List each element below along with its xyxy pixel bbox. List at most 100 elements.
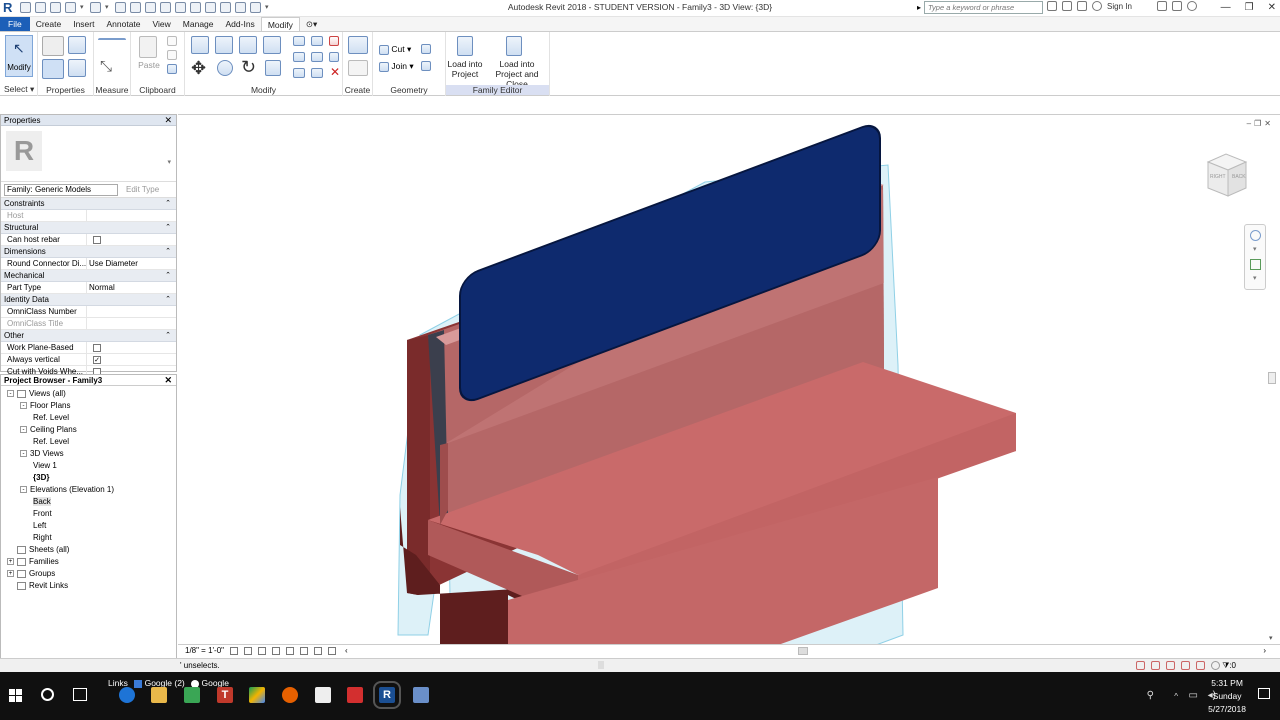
select-underlay-icon[interactable] (1151, 661, 1160, 670)
property-group-header[interactable]: Mechanical ⌃ (1, 270, 176, 282)
tray-expand-icon[interactable]: ^ (1174, 692, 1178, 701)
help-icon[interactable] (1186, 1, 1197, 11)
google-drive-icon[interactable] (249, 687, 265, 703)
trim-extend-icon[interactable] (265, 60, 281, 76)
modify-button[interactable]: ↖ Modify (5, 35, 33, 77)
family-types-icon[interactable] (42, 36, 64, 56)
app-window-icon[interactable] (413, 687, 429, 703)
properties-close-icon[interactable]: ✕ (164, 115, 172, 126)
measure-icon[interactable] (98, 38, 126, 48)
collapse-icon[interactable]: - (20, 426, 27, 434)
show-crop-icon[interactable] (300, 647, 308, 655)
task-view-icon[interactable] (73, 688, 87, 701)
property-value[interactable] (87, 306, 176, 317)
offset-icon[interactable] (215, 36, 233, 54)
clock[interactable]: 5:31 PM Sunday 5/27/2018 (1208, 677, 1246, 716)
mail-icon[interactable] (315, 687, 331, 703)
scroll-right-icon[interactable]: › (1263, 645, 1266, 657)
type-selector[interactable]: R ▾ (1, 126, 176, 182)
3d-model-view[interactable] (178, 115, 1280, 644)
collapse-icon[interactable]: ⌃ (165, 330, 171, 342)
firefox-icon[interactable] (282, 687, 298, 703)
network-icon[interactable]: ▭ (1189, 690, 1198, 701)
browser-item[interactable]: Ref. Level (1, 412, 176, 424)
file-explorer-icon[interactable] (151, 687, 167, 703)
horizontal-scrollbar-thumb[interactable] (798, 647, 808, 655)
search-input[interactable]: Type a keyword or phrase (924, 1, 1043, 14)
split-face-icon[interactable] (421, 44, 431, 54)
browser-item[interactable]: - Ceiling Plans (1, 424, 176, 436)
create-similar-icon[interactable] (348, 36, 368, 54)
property-row[interactable]: Can host rebar (1, 234, 176, 246)
browser-item[interactable]: -3D Views (1, 448, 176, 460)
project-browser-close-icon[interactable]: ✕ (164, 375, 172, 386)
tab-create[interactable]: Create (30, 17, 68, 31)
pin-icon[interactable] (293, 68, 305, 78)
array-icon[interactable] (293, 52, 305, 62)
viewcube-back-face[interactable]: BACK (1232, 174, 1246, 180)
action-center-icon[interactable] (1258, 688, 1270, 699)
drawing-area[interactable]: –❐✕ (178, 114, 1280, 644)
browser-item[interactable]: - Floor Plans (1, 400, 176, 412)
property-value[interactable] (87, 210, 176, 221)
split-gap-icon[interactable] (311, 36, 323, 46)
view-window-controls[interactable]: –❐✕ (1247, 119, 1274, 128)
collapse-icon[interactable]: - (20, 450, 27, 458)
property-checkbox-cell[interactable] (87, 234, 176, 245)
create-group-icon[interactable] (348, 60, 368, 76)
cut-icon[interactable] (167, 36, 177, 46)
paste-icon[interactable] (139, 36, 157, 58)
browser-item[interactable]: Back (1, 496, 176, 508)
tab-insert[interactable]: Insert (67, 17, 100, 31)
tab-annotate[interactable]: Annotate (100, 17, 146, 31)
unlocked-view-icon[interactable] (314, 647, 322, 655)
scale-icon[interactable] (311, 52, 323, 62)
restore-icon[interactable]: ❐ (1245, 0, 1254, 16)
browser-item[interactable]: Sheets (all) (1, 544, 176, 556)
property-value[interactable]: Normal (87, 282, 176, 293)
browser-item[interactable]: View 1 (1, 460, 176, 472)
move-icon[interactable]: ✥ (191, 58, 206, 79)
steering-dropdown-icon[interactable]: ▾ (1253, 245, 1257, 253)
checkbox-checked[interactable]: ✓ (93, 356, 101, 364)
property-group-header[interactable]: Constraints ⌃ (1, 198, 176, 210)
acrobat-icon[interactable] (347, 687, 363, 703)
drag-elements-icon[interactable] (1196, 661, 1205, 670)
extend-icon[interactable] (329, 52, 339, 62)
property-row[interactable]: Round Connector Di... Use Diameter (1, 258, 176, 270)
paint-icon[interactable] (421, 61, 431, 71)
checkbox[interactable] (93, 236, 101, 244)
family-dropdown[interactable]: Family: Generic Models (4, 183, 118, 196)
subscription-icon[interactable] (1062, 1, 1072, 11)
detail-level-icon[interactable] (230, 647, 238, 655)
collapse-icon[interactable]: - (7, 390, 14, 398)
expand-icon[interactable]: + (7, 570, 14, 578)
sun-path-icon[interactable] (258, 647, 266, 655)
properties-icon[interactable] (42, 59, 64, 79)
browser-item[interactable]: Right (1, 532, 176, 544)
cortana-icon[interactable] (41, 688, 54, 701)
collapse-icon[interactable]: ⌃ (165, 198, 171, 210)
view-scale[interactable]: 1/8" = 1'-0" (185, 645, 224, 657)
collapse-icon[interactable]: ⌃ (165, 270, 171, 282)
cut-geometry-button[interactable]: Cut ▾ (379, 44, 411, 55)
browser-item[interactable]: - Elevations (Elevation 1) (1, 484, 176, 496)
vertical-scrollbar-thumb[interactable] (1268, 372, 1276, 384)
zoom-icon[interactable] (1250, 259, 1261, 270)
tab-manage[interactable]: Manage (177, 17, 220, 31)
windows-start-icon[interactable] (9, 689, 22, 702)
edge-icon[interactable] (119, 687, 135, 703)
type-properties-icon[interactable] (68, 59, 86, 77)
family-category-icon[interactable] (68, 36, 86, 54)
split-icon[interactable] (293, 36, 305, 46)
property-group-header[interactable]: Identity Data ⌃ (1, 294, 176, 306)
collapse-icon[interactable]: ⌃ (165, 222, 171, 234)
tab-modify[interactable]: Modify (260, 17, 300, 31)
unpin-icon[interactable] (311, 68, 323, 78)
type-selector-dropdown-icon[interactable]: ▾ (167, 158, 171, 166)
sign-in-link[interactable]: Sign In (1107, 2, 1132, 11)
rotate-icon[interactable]: ↻ (241, 57, 256, 78)
expand-icon[interactable]: + (7, 558, 14, 566)
mirror-draw-icon[interactable] (263, 36, 281, 54)
property-group-header[interactable]: Dimensions ⌃ (1, 246, 176, 258)
